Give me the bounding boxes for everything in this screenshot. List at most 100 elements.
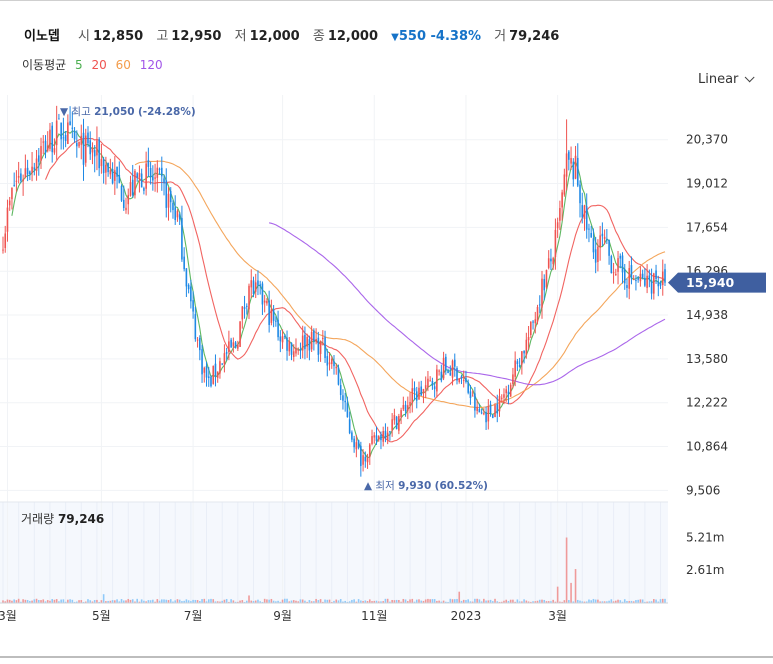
candle-body xyxy=(234,342,237,348)
time-tick-label: 9월 xyxy=(273,609,292,623)
time-tick-label: 3월 xyxy=(548,609,567,623)
price-tick-label: 10,864 xyxy=(686,440,728,454)
candle-body xyxy=(561,192,563,208)
candle-body xyxy=(532,321,534,323)
candle-body xyxy=(169,191,172,203)
volume-panel-label: 거래량 79,246 xyxy=(21,510,104,527)
candle-body xyxy=(339,385,342,395)
volume-bar xyxy=(574,569,577,603)
candle-body xyxy=(545,270,548,288)
candle-body xyxy=(207,376,210,379)
candle-body xyxy=(42,141,45,143)
candle-body xyxy=(409,401,411,406)
candle-body xyxy=(279,336,282,342)
candle-body xyxy=(174,207,177,221)
candle-body xyxy=(134,170,136,196)
volume-bar xyxy=(140,599,143,603)
candle-body xyxy=(360,445,362,467)
candle-body xyxy=(212,365,215,384)
candle-body xyxy=(485,411,487,423)
volume-bar xyxy=(263,598,266,603)
candle-body xyxy=(420,386,423,396)
volume-bar xyxy=(458,591,461,603)
volume-tick-label: 2.61m xyxy=(686,563,724,577)
volume-bar xyxy=(592,598,595,603)
candle-body xyxy=(451,360,454,378)
candle-body xyxy=(140,173,143,188)
price-tick-label: 19,012 xyxy=(686,177,728,191)
candle-body xyxy=(301,335,304,351)
candle-body xyxy=(608,239,610,256)
candle-body xyxy=(594,249,597,263)
candle-body xyxy=(64,134,67,141)
volume-bar xyxy=(424,599,427,603)
candle-body xyxy=(348,419,351,434)
time-axis: 3월 5월 7월 9월 11월 2023 3월 xyxy=(0,609,567,623)
candle-body xyxy=(391,419,393,431)
candle-body xyxy=(275,320,277,322)
volume-bar xyxy=(661,598,664,603)
candle-body xyxy=(418,387,420,400)
candle-body xyxy=(225,352,228,354)
candle-body xyxy=(445,356,447,371)
candle-body xyxy=(422,388,425,394)
candle-body xyxy=(494,405,496,418)
candle-body xyxy=(129,182,132,196)
price-tick-label: 12,222 xyxy=(686,396,728,410)
volume-bar xyxy=(160,599,163,603)
candle-body xyxy=(438,370,440,372)
candle-body xyxy=(568,151,570,160)
candle-body xyxy=(69,121,71,126)
candle-body xyxy=(368,444,371,457)
candle-body xyxy=(319,340,322,354)
candle-body xyxy=(252,280,255,294)
volume-bar xyxy=(402,598,405,603)
candle-body xyxy=(4,233,7,249)
volume-bar xyxy=(6,599,9,603)
candle-body xyxy=(58,118,60,120)
candle-body xyxy=(565,153,568,177)
candle-body xyxy=(512,374,514,384)
candle-body xyxy=(377,436,380,441)
volume-bar xyxy=(69,599,71,603)
volume-bar xyxy=(127,598,130,603)
volume-bar xyxy=(13,599,15,603)
candle-body xyxy=(427,378,429,388)
candle-body xyxy=(13,184,15,186)
candle-body xyxy=(552,258,554,265)
volume-bar xyxy=(270,598,273,603)
volume-bar xyxy=(409,599,411,603)
volume-bar xyxy=(433,599,436,603)
candle-body xyxy=(49,129,51,149)
candle-body xyxy=(73,130,76,140)
candle-body xyxy=(205,366,208,378)
candle-body xyxy=(304,334,306,350)
candle-body xyxy=(6,207,9,232)
volume-bar xyxy=(248,595,250,603)
candle-body xyxy=(556,222,559,229)
candle-body xyxy=(344,400,346,403)
current-price-tag: 15,940 xyxy=(668,272,766,293)
candle-body xyxy=(362,455,364,465)
candle-body xyxy=(429,380,431,382)
low-marker: ▲ 최저 9,930 (60.52%) xyxy=(364,480,488,492)
candle-body xyxy=(328,362,331,365)
stock-chart[interactable]: 20,37019,01217,65416,29614,93813,58012,2… xyxy=(0,0,773,664)
candle-body xyxy=(478,408,481,413)
price-tick-label: 9,506 xyxy=(686,483,720,497)
candle-body xyxy=(20,173,22,181)
candle-body xyxy=(91,147,94,153)
candle-body xyxy=(355,442,358,450)
candle-body xyxy=(431,381,434,386)
candle-body xyxy=(597,246,599,262)
candle-body xyxy=(156,167,159,178)
volume-bar xyxy=(319,599,322,603)
price-axis: 20,37019,01217,65416,29614,93813,58012,2… xyxy=(686,133,728,498)
candle-body xyxy=(635,280,637,282)
volume-bar xyxy=(120,599,123,603)
candle-body xyxy=(100,159,103,167)
candle-body xyxy=(96,140,98,156)
candle-body xyxy=(572,161,575,180)
volume-bar xyxy=(623,599,626,603)
volume-bar xyxy=(212,599,215,603)
